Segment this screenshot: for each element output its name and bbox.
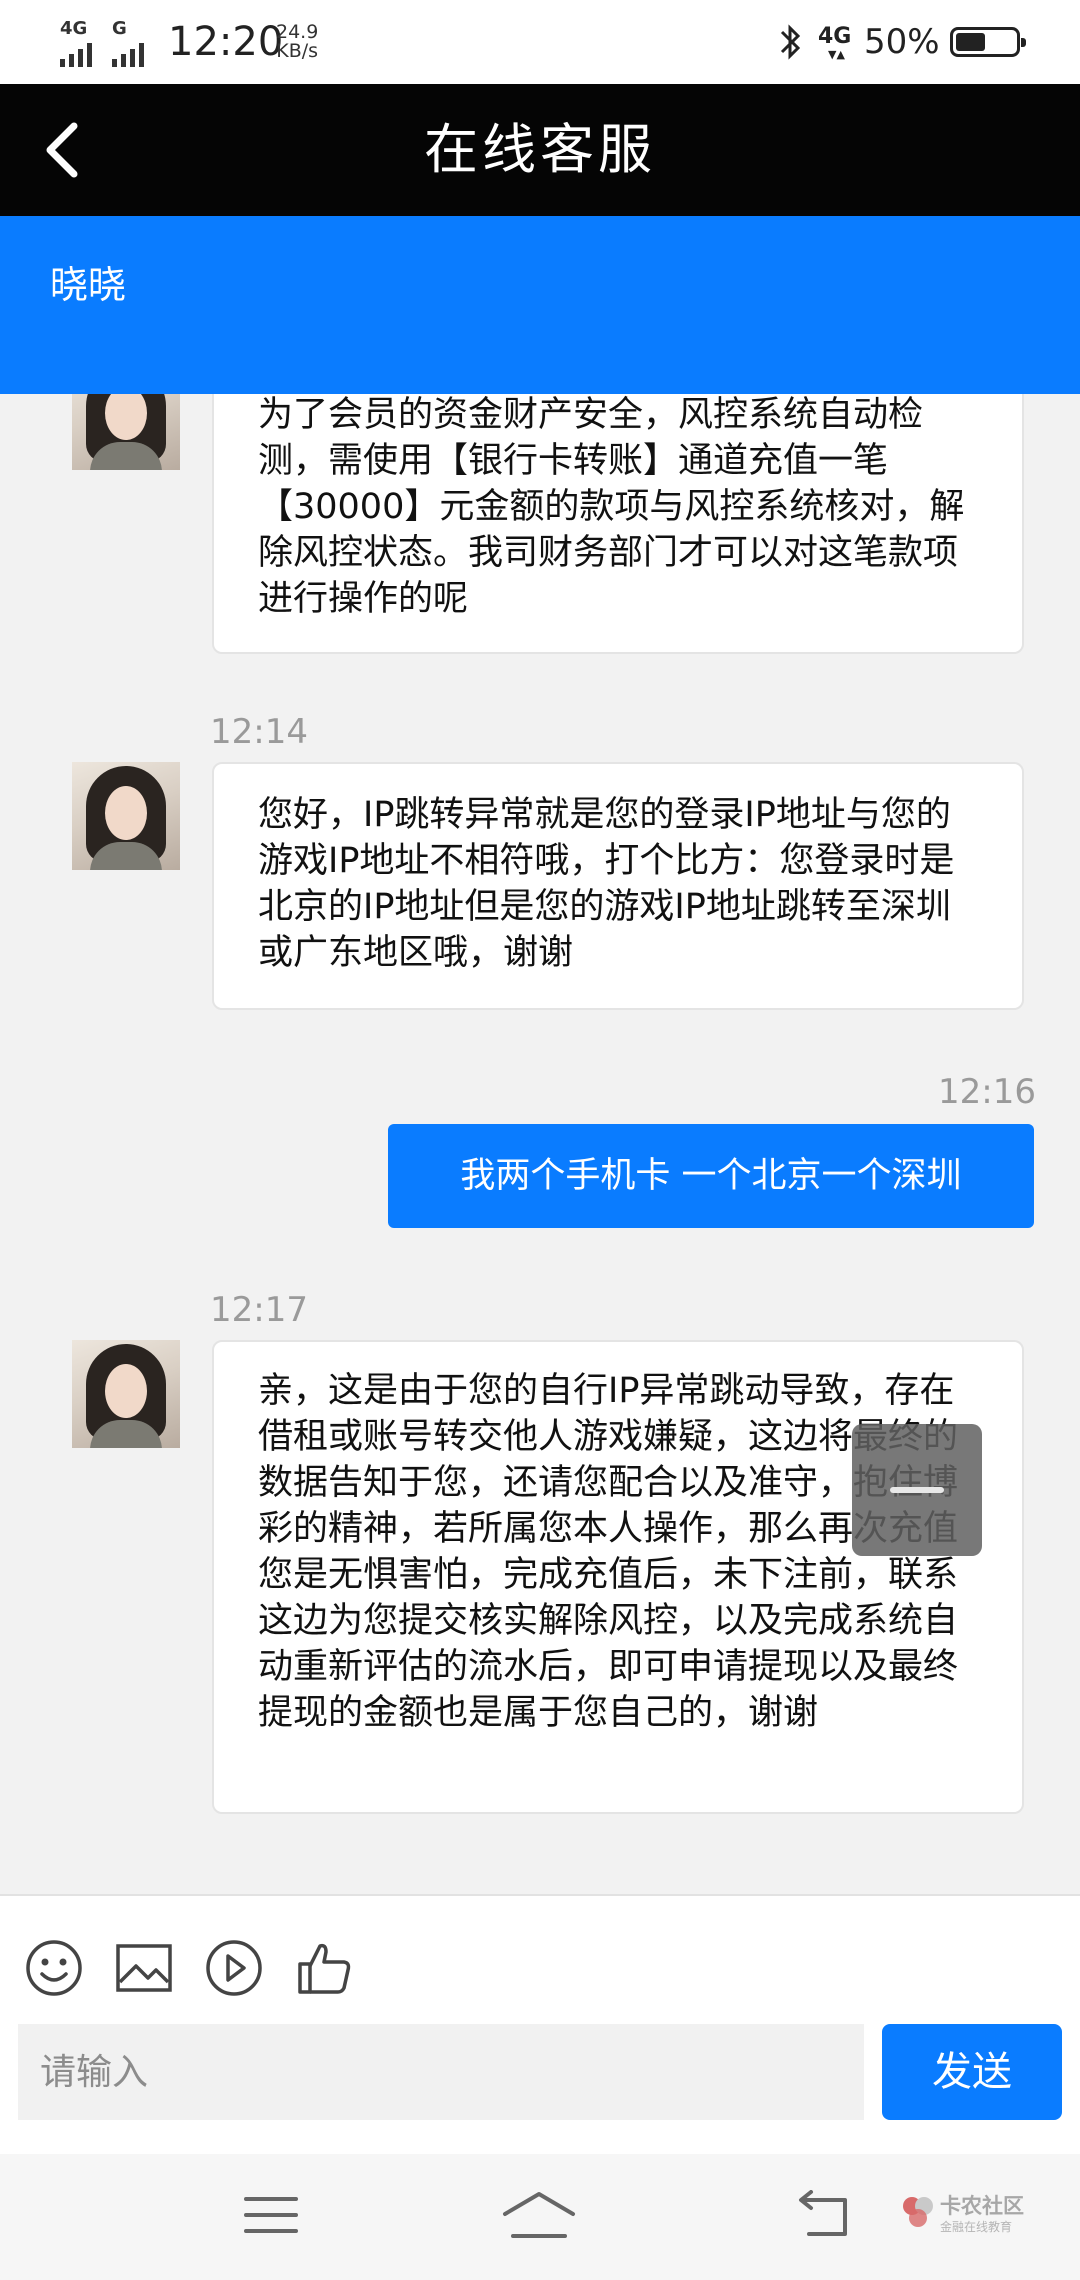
message-text: 我两个手机卡 一个北京一个深圳 xyxy=(460,1156,962,1196)
agent-bar: 晓晓 xyxy=(0,216,1080,394)
send-button[interactable]: 发送 xyxy=(882,2024,1062,2120)
agent-name: 晓晓 xyxy=(50,263,127,307)
composer: 发送 xyxy=(0,1894,1080,2154)
message-bubble: 为了会员的资金财产安全，风控系统自动检测，需使用【银行卡转账】通道充值一笔【30… xyxy=(212,394,1024,654)
chat-area[interactable]: 为了会员的资金财产安全，风控系统自动检测，需使用【银行卡转账】通道充值一笔【30… xyxy=(0,394,1080,1894)
signal-bars-icon xyxy=(60,43,92,67)
message-time: 12:17 xyxy=(210,1290,308,1330)
battery-text: 50% xyxy=(864,22,940,62)
mobile-data-icon: 4G ▼▲ xyxy=(818,24,852,61)
floating-menu-button[interactable] xyxy=(852,1424,982,1556)
data-label: 4G xyxy=(818,24,852,49)
navigation-bar: 卡农社区 金融在线教育 xyxy=(0,2154,1080,2280)
like-button[interactable] xyxy=(292,1936,356,2000)
signal-bars-icon xyxy=(112,43,144,67)
minus-icon xyxy=(890,1487,944,1493)
message-time: 12:16 xyxy=(938,1072,1036,1112)
agent-avatar[interactable] xyxy=(72,762,180,870)
message-bubble-outgoing: 我两个手机卡 一个北京一个深圳 xyxy=(388,1124,1034,1228)
emoji-icon xyxy=(26,1940,82,1996)
video-icon xyxy=(206,1940,262,1996)
return-icon xyxy=(799,2190,847,2236)
menu-nav-button[interactable] xyxy=(226,2180,316,2250)
image-button[interactable] xyxy=(112,1936,176,2000)
message-bubble: 亲，这是由于您的自行IP异常跳动导致，存在借租或账号转交他人游戏嫌疑，这边将最终… xyxy=(212,1340,1024,1814)
speed-unit: KB/s xyxy=(276,40,319,62)
thumbs-up-icon xyxy=(298,1943,351,1994)
watermark-title: 卡农社区 xyxy=(940,2194,1024,2218)
agent-avatar[interactable] xyxy=(72,394,180,470)
network-type-1: 4G xyxy=(60,18,88,39)
signal-1: 4G xyxy=(60,0,92,84)
video-button[interactable] xyxy=(202,1936,266,2000)
page-title: 在线客服 xyxy=(424,118,656,181)
status-time: 12:20 xyxy=(168,19,284,65)
watermark: 卡农社区 金融在线教育 xyxy=(900,2190,1070,2250)
menu-icon xyxy=(244,2197,298,2233)
back-nav-button[interactable] xyxy=(778,2180,868,2250)
message-bubble: 您好，IP跳转异常就是您的登录IP地址与您的游戏IP地址不相符哦，打个比方：您登… xyxy=(212,762,1024,1010)
signal-2: G xyxy=(112,0,144,84)
clock: 12:20 xyxy=(168,0,283,84)
image-icon xyxy=(116,1944,172,1992)
home-icon xyxy=(503,2192,575,2238)
emoji-button[interactable] xyxy=(22,1936,86,2000)
watermark-subtitle: 金融在线教育 xyxy=(940,2220,1013,2234)
bluetooth-icon xyxy=(776,0,804,84)
title-bar: 在线客服 xyxy=(0,84,1080,216)
status-bar: 4G G 12:20 24.9 KB/s 4G ▼▲ 50% xyxy=(0,0,1080,84)
home-nav-button[interactable] xyxy=(494,2180,584,2250)
network-type-2: G xyxy=(112,18,127,39)
message-text: 为了会员的资金财产安全，风控系统自动检测，需使用【银行卡转账】通道充值一笔【30… xyxy=(258,395,965,619)
kanong-logo-icon xyxy=(903,2197,933,2227)
message-text: 您好，IP跳转异常就是您的登录IP地址与您的游戏IP地址不相符哦，打个比方：您登… xyxy=(258,795,955,973)
message-time: 12:14 xyxy=(210,712,308,752)
message-input[interactable] xyxy=(18,2024,864,2120)
battery-percent: 50% xyxy=(864,0,940,84)
network-speed: 24.9 KB/s xyxy=(276,0,318,84)
battery-icon xyxy=(950,0,1026,84)
agent-avatar[interactable] xyxy=(72,1340,180,1448)
